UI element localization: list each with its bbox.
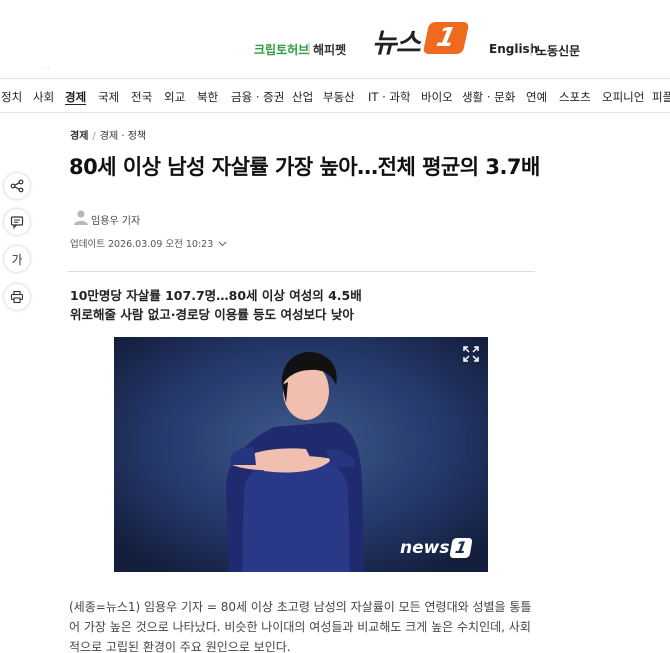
expand-icon[interactable]	[462, 345, 480, 363]
nav-item-politics[interactable]: 정치	[1, 89, 22, 105]
photo-logo-text: news	[400, 538, 450, 558]
font-size-icon: 가	[11, 252, 23, 267]
nav-item-world[interactable]: 국제	[98, 89, 119, 105]
nav-item-industry[interactable]: 산업	[292, 89, 313, 105]
logo-mark: 1	[422, 22, 470, 54]
nav-item-north-korea[interactable]: 북한	[197, 89, 218, 105]
photo-logo-mark: 1	[449, 538, 474, 558]
share-icon	[10, 179, 24, 193]
nav-item-economy[interactable]: 경제	[65, 89, 86, 105]
print-button[interactable]	[4, 284, 30, 310]
nav-item-life-culture[interactable]: 생활 · 문화	[462, 89, 515, 105]
article-headline: 80세 이상 남성 자살률 가장 높아…전체 평균의 3.7배	[69, 155, 540, 179]
logo-mark-text: 1	[433, 23, 459, 53]
breadcrumb-separator: /	[92, 131, 96, 142]
article-subheadline: 10만명당 자살률 107.7명…80세 이상 여성의 4.5배 위로해줄 사람…	[70, 286, 362, 324]
header-separator: |	[307, 41, 312, 55]
update-time-text: 업데이트 2026.03.09 오전 10:23	[70, 239, 214, 250]
chevron-down-icon	[218, 241, 227, 247]
breadcrumb: 경제 / 경제 · 정책	[70, 127, 146, 142]
nav-item-opinion[interactable]: 오피니언	[602, 89, 644, 105]
photo-watermark-logo: news 1	[400, 538, 474, 558]
nav-item-real-estate[interactable]: 부동산	[323, 89, 355, 105]
comment-button[interactable]	[4, 209, 30, 235]
lang-separator: |	[529, 42, 534, 56]
subheadline-line: 10만명당 자살률 107.7명…80세 이상 여성의 4.5배	[70, 288, 362, 303]
breadcrumb-section[interactable]: 경제	[70, 131, 88, 142]
news1-logo[interactable]: 뉴스 1	[372, 19, 472, 59]
nav-item-finance[interactable]: 금융 · 증권	[231, 89, 284, 105]
nav-item-sports[interactable]: 스포츠	[559, 89, 591, 105]
nav-item-it-science[interactable]: IT · 과학	[368, 89, 411, 105]
font-size-button[interactable]: 가	[4, 246, 30, 272]
subheadline-line: 위로해줄 사람 없고·경로당 이용률 등도 여성보다 낮아	[70, 307, 354, 322]
labor-newspaper-link[interactable]: 노동신문	[536, 42, 580, 59]
article-photo[interactable]: news 1	[114, 337, 488, 572]
author-avatar-icon	[74, 210, 88, 225]
header-dots: · · ·	[40, 66, 50, 73]
site-header: 크립토허브 | 해피펫 뉴스 1 English | 노동신문 · · ·	[0, 0, 670, 78]
nav-item-people[interactable]: 피플	[652, 89, 670, 105]
lonely-man-illustration	[114, 337, 488, 572]
happypet-link[interactable]: 해피펫	[313, 41, 346, 58]
nav-item-entertainment[interactable]: 연예	[526, 89, 547, 105]
nav-item-bio[interactable]: 바이오	[421, 89, 453, 105]
print-icon	[10, 290, 24, 304]
article-body-paragraph: (세종=뉴스1) 임용우 기자 = 80세 이상 초고령 남성의 자살률이 모든…	[69, 600, 532, 653]
nav-item-diplomacy[interactable]: 외교	[164, 89, 185, 105]
nav-item-society[interactable]: 사회	[33, 89, 54, 105]
update-time[interactable]: 업데이트 2026.03.09 오전 10:23	[70, 236, 227, 250]
author-name[interactable]: 임용우 기자	[91, 212, 140, 227]
breadcrumb-subsection[interactable]: 경제 · 정책	[100, 131, 146, 142]
cryptohub-link[interactable]: 크립토허브	[254, 41, 309, 58]
logo-text: 뉴스	[372, 28, 421, 59]
header-divider	[67, 271, 535, 272]
nav-item-national[interactable]: 전국	[131, 89, 152, 105]
section-nav: 정치 사회 경제 국제 전국 외교 북한 금융 · 증권 산업 부동산 IT ·…	[0, 78, 670, 113]
comment-icon	[10, 216, 24, 229]
share-button[interactable]	[4, 173, 30, 199]
